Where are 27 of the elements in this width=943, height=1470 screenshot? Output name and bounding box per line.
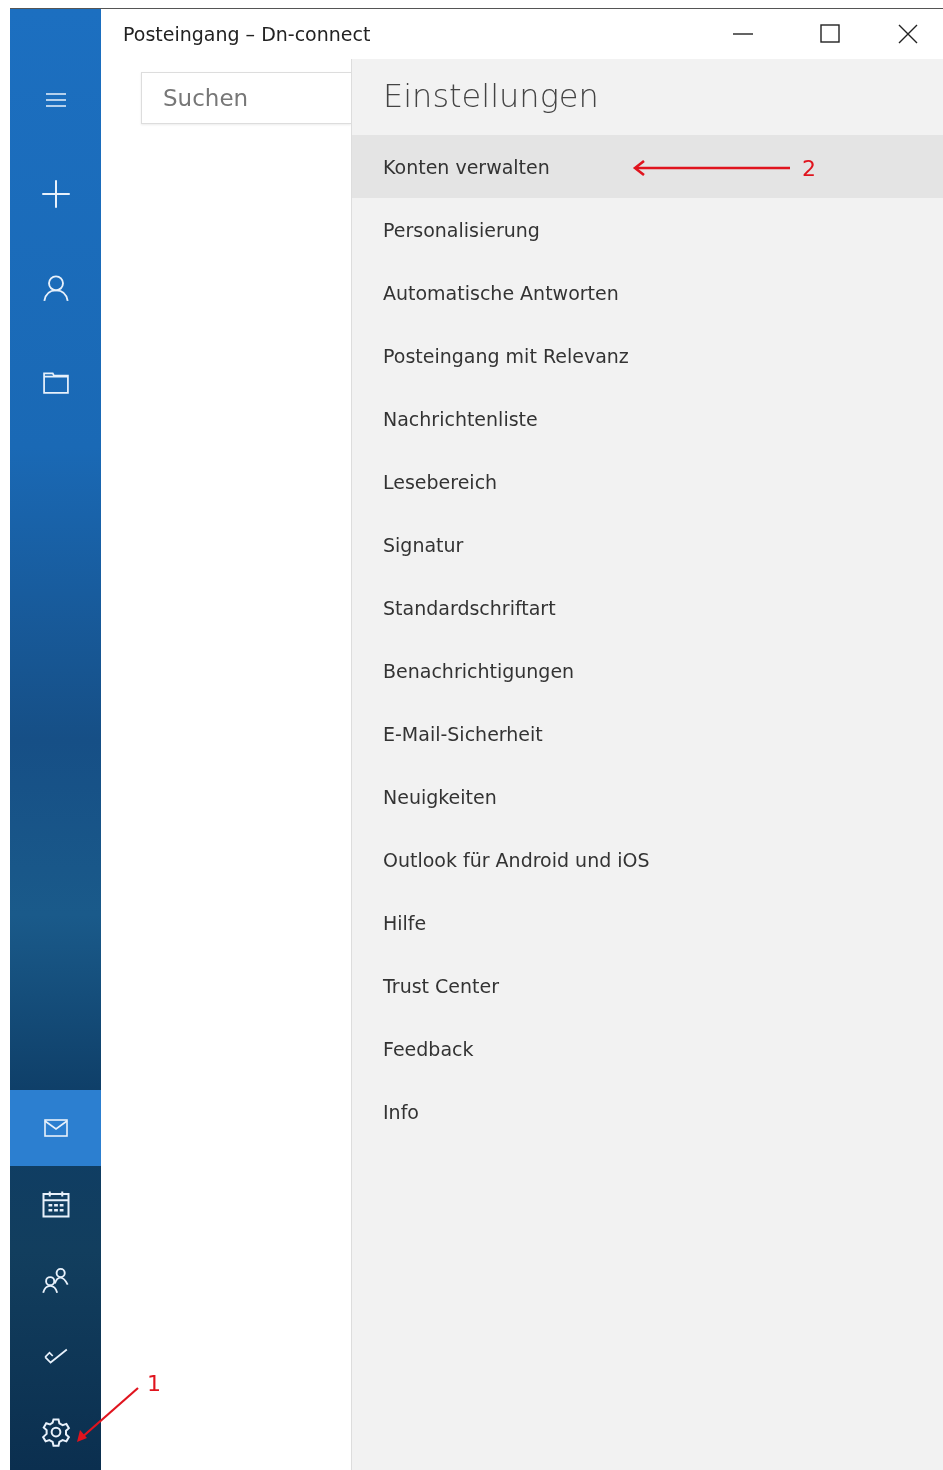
search-field[interactable]: Suchen <box>141 72 351 124</box>
settings-item[interactable]: Signatur <box>352 513 943 576</box>
maximize-icon <box>819 24 840 44</box>
settings-item[interactable]: Trust Center <box>352 954 943 1017</box>
settings-item[interactable]: Info <box>352 1080 943 1143</box>
plus-icon <box>40 179 71 209</box>
close-icon <box>898 24 918 44</box>
settings-item[interactable]: Posteingang mit Relevanz <box>352 324 943 387</box>
settings-item[interactable]: Nachrichtenliste <box>352 387 943 450</box>
annotation-arrow <box>76 1387 140 1443</box>
annotation-number: 2 <box>802 158 816 180</box>
person-icon <box>41 274 70 302</box>
settings-item[interactable]: Benachrichtigungen <box>352 639 943 702</box>
window-title: Posteingang – Dn-connect <box>122 23 372 45</box>
settings-item[interactable]: E-Mail-Sicherheit <box>352 702 943 765</box>
gear-icon <box>40 1417 71 1447</box>
settings-item[interactable]: Hilfe <box>352 891 943 954</box>
settings-item[interactable]: Feedback <box>352 1017 943 1080</box>
settings-item[interactable]: Automatische Antworten <box>352 261 943 324</box>
settings-item[interactable]: Lesebereich <box>352 450 943 513</box>
settings-item[interactable]: Neuigkeiten <box>352 765 943 828</box>
settings-item[interactable]: Outlook für Android und iOS <box>352 828 943 891</box>
settings-item[interactable]: Standardschriftart <box>352 576 943 639</box>
minimize-icon <box>732 33 753 35</box>
settings-item[interactable]: Personalisierung <box>352 198 943 261</box>
annotation-number: 1 <box>147 1373 161 1395</box>
panel-title: Einstellungen <box>382 76 600 117</box>
